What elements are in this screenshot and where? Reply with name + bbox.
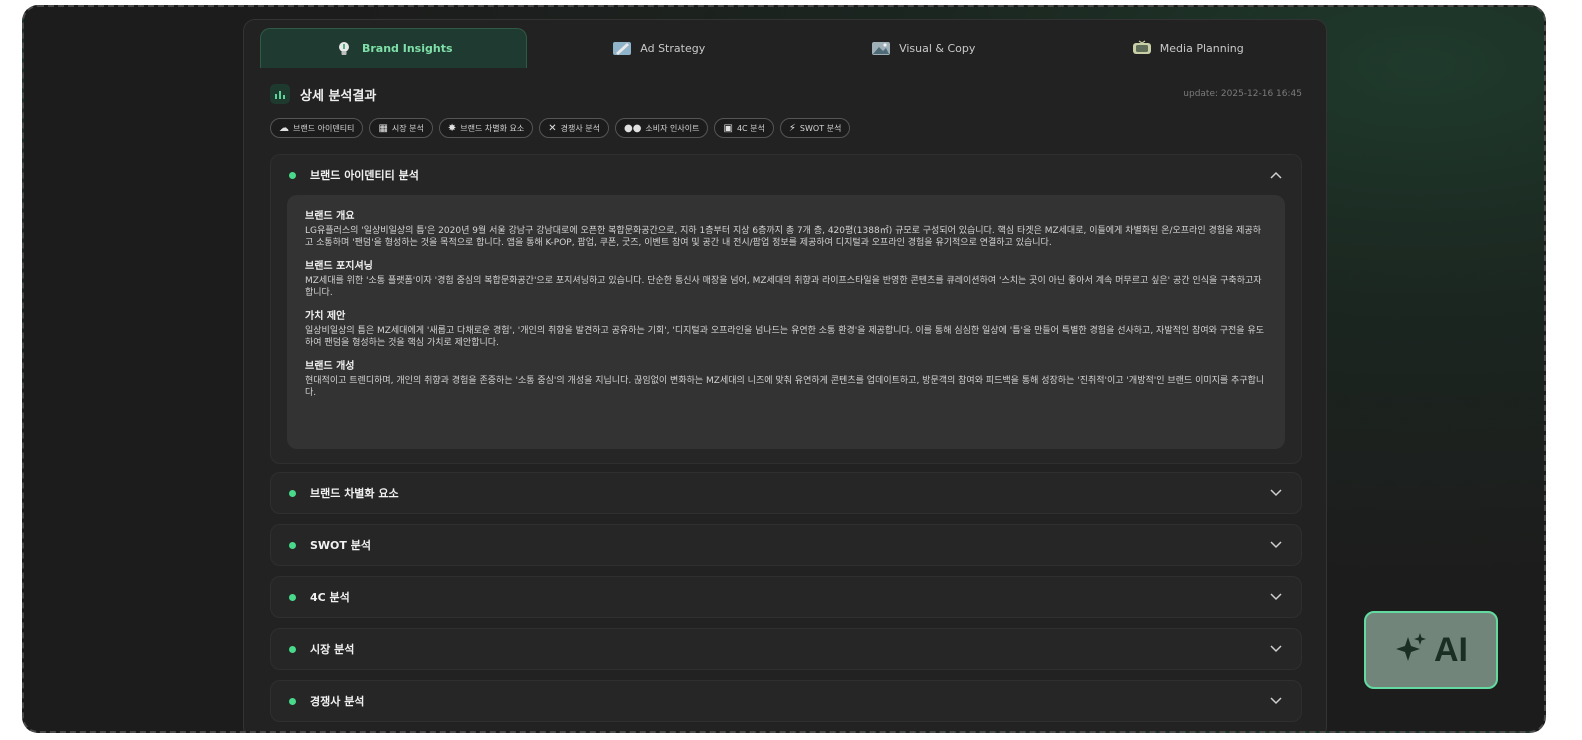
tab-visual-copy[interactable]: Visual & Copy [791, 28, 1056, 68]
block-text: 일상비일상의 틈은 MZ세대에게 '새롭고 다채로운 경험', '개인의 취향을… [305, 326, 1264, 348]
filter-chips: ☁ 브랜드 아이덴티티 ▦ 시장 분석 ✸ 브랜드 차별화 요소 ✕ 경쟁사 분석 ●●… [270, 118, 851, 138]
tab-label: Visual & Copy [899, 41, 976, 55]
accordion-swot[interactable]: SWOT 분석 [270, 524, 1302, 566]
chip-label: 브랜드 차별화 요소 [460, 123, 525, 133]
accordion-title: 4C 분석 [310, 591, 350, 604]
accordion-header[interactable]: 브랜드 아이덴티티 분석 [271, 155, 1301, 195]
accordion-title: 경쟁사 분석 [310, 695, 365, 708]
chip-market-analysis[interactable]: ▦ 시장 분석 [369, 118, 433, 138]
insights-panel: Brand Insights Ad Strategy Visual & Copy… [243, 19, 1327, 733]
chip-label: 시장 분석 [391, 123, 424, 133]
accordion-brand-differentiation[interactable]: 브랜드 차별화 요소 [270, 472, 1302, 514]
tab-label: Ad Strategy [640, 41, 706, 55]
status-dot [289, 171, 296, 179]
chevron-down-icon[interactable] [1269, 538, 1283, 552]
chip-label: 4C 분석 [736, 123, 765, 133]
image-icon [871, 40, 891, 56]
block-text: LG유플러스의 '일상비일상의 틈'은 2020년 9월 서울 강남구 강남대로… [305, 226, 1262, 248]
chevron-down-icon[interactable] [1269, 590, 1283, 604]
app-frame: Brand Insights Ad Strategy Visual & Copy… [22, 5, 1546, 733]
grid-icon: ▣ [723, 122, 733, 134]
chip-label: SWOT 분석 [799, 123, 842, 133]
chevron-down-icon[interactable] [1269, 642, 1283, 656]
tab-ad-strategy[interactable]: Ad Strategy [527, 28, 792, 68]
chip-consumer-insight[interactable]: ●● 소비자 인사이트 [614, 118, 709, 138]
accordion-title: 브랜드 아이덴티티 분석 [310, 169, 419, 182]
chip-brand-differentiation[interactable]: ✸ 브랜드 차별화 요소 [438, 118, 534, 138]
accordion-market[interactable]: 시장 분석 [270, 628, 1302, 670]
status-dot [289, 593, 296, 601]
accordion-title: 시장 분석 [310, 643, 355, 656]
block-title: 브랜드 포지셔닝 [305, 261, 373, 272]
block-title: 브랜드 개요 [305, 211, 355, 222]
tab-label: Media Planning [1159, 41, 1244, 55]
ai-assistant-button[interactable]: AI [1364, 611, 1498, 689]
accordion-next-partial[interactable] [270, 732, 1302, 733]
chip-swot-analysis[interactable]: ⚡ SWOT 분석 [779, 118, 851, 138]
chevron-down-icon[interactable] [1269, 486, 1283, 500]
accordion-brand-identity: 브랜드 아이덴티티 분석 브랜드 개요 LG유플러스의 '일상비일상의 틈'은 … [270, 154, 1302, 464]
status-dot [289, 697, 296, 705]
brain-icon: ☁ [279, 122, 289, 134]
sparkle-icon: ✸ [447, 122, 457, 134]
tab-brand-insights[interactable]: Brand Insights [260, 28, 527, 68]
lightbulb-icon [334, 41, 354, 57]
accordion-competitor[interactable]: 경쟁사 분석 [270, 680, 1302, 722]
status-dot [289, 645, 296, 653]
accordion-title: 브랜드 차별화 요소 [310, 487, 399, 500]
ai-button-label: AI [1434, 630, 1468, 669]
sparkle-icon [1394, 631, 1428, 669]
chip-label: 경쟁사 분석 [560, 123, 600, 133]
chart-board-icon: ▦ [378, 122, 388, 134]
accordion-title: SWOT 분석 [310, 539, 371, 552]
tab-label: Brand Insights [361, 42, 453, 55]
swords-icon: ✕ [548, 122, 557, 134]
tv-icon [1132, 40, 1152, 56]
tab-bar: Brand Insights Ad Strategy Visual & Copy… [260, 28, 1320, 68]
status-dot [289, 489, 296, 497]
status-dot [289, 541, 296, 549]
section-header: 상세 분석결과 update: 2025-12-16 16:45 [270, 82, 1302, 106]
accordion-4c[interactable]: 4C 분석 [270, 576, 1302, 618]
users-icon: ●● [623, 122, 642, 134]
bar-chart-icon [270, 84, 290, 104]
block-text: 현대적이고 트렌디하며, 개인의 취향과 경험을 존중하는 '소통 중심'의 개… [305, 376, 1265, 398]
chip-competitor-analysis[interactable]: ✕ 경쟁사 분석 [539, 118, 609, 138]
accordion-body: 브랜드 개요 LG유플러스의 '일상비일상의 틈'은 2020년 9월 서울 강… [287, 195, 1285, 449]
block-title: 브랜드 개성 [305, 361, 355, 372]
chevron-up-icon[interactable] [1269, 168, 1283, 182]
chip-4c-analysis[interactable]: ▣ 4C 분석 [714, 118, 774, 138]
page-title: 상세 분석결과 [300, 88, 377, 104]
block-title: 가치 제안 [305, 311, 346, 322]
chip-label: 소비자 인사이트 [645, 123, 700, 133]
pencil-icon [612, 40, 632, 56]
tab-media-planning[interactable]: Media Planning [1056, 28, 1321, 68]
chip-label: 브랜드 아이덴티티 [293, 123, 355, 133]
bolt-icon: ⚡ [788, 122, 796, 134]
chevron-down-icon[interactable] [1269, 694, 1283, 708]
update-timestamp: update: 2025-12-16 16:45 [1183, 89, 1302, 99]
chip-brand-identity[interactable]: ☁ 브랜드 아이덴티티 [270, 118, 364, 138]
block-text: MZ세대를 위한 '소통 플랫폼'이자 '경험 중심의 복합문화공간'으로 포지… [305, 276, 1262, 298]
